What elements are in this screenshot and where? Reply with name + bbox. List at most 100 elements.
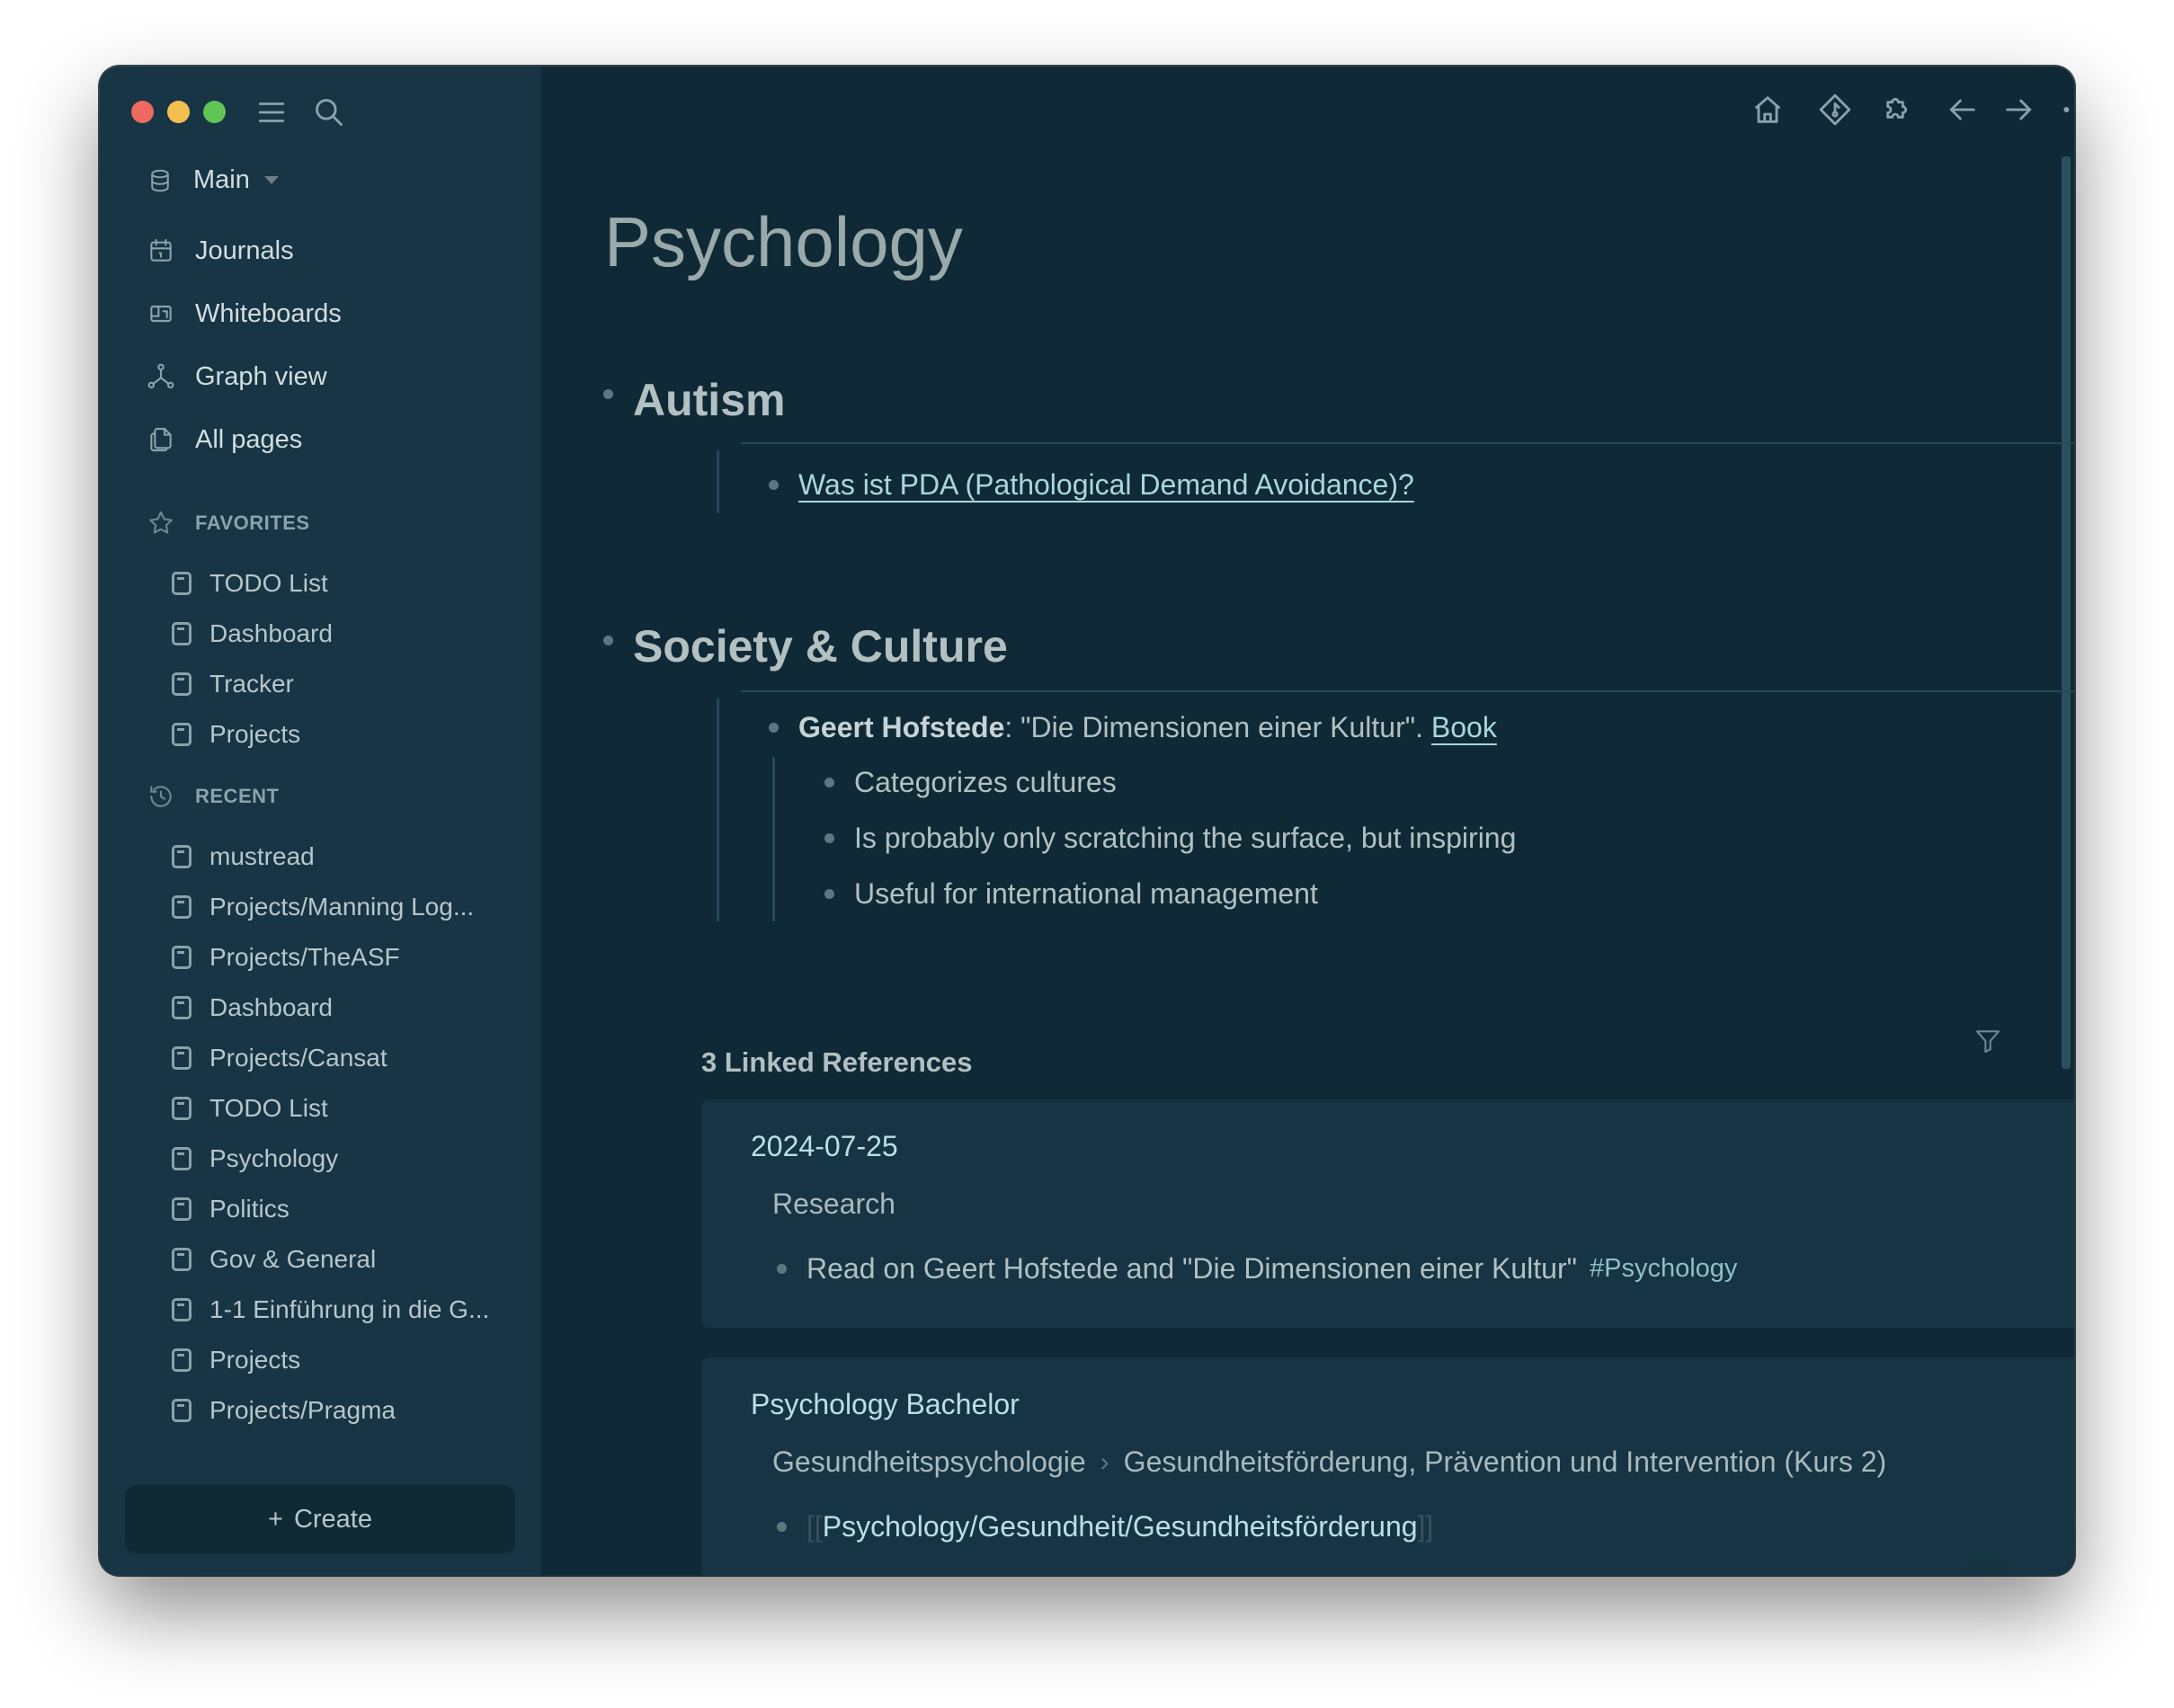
list-item[interactable]: Useful for international management bbox=[824, 868, 1318, 919]
star-icon bbox=[147, 509, 175, 538]
page-label: Projects bbox=[209, 1346, 301, 1374]
block-guide-line[interactable] bbox=[717, 450, 719, 513]
home-icon[interactable] bbox=[1750, 92, 1786, 128]
recent-list: mustread Projects/Manning Log... Projects/… bbox=[172, 832, 522, 1436]
breadcrumb: Gesundheitspsychologie › Gesundheitsförd… bbox=[772, 1446, 1886, 1479]
block-bullet[interactable] bbox=[824, 777, 834, 787]
sidebar-page-item[interactable]: Psychology bbox=[172, 1134, 522, 1184]
block-text: Is probably only scratching the surface,… bbox=[854, 821, 1517, 854]
filter-icon[interactable] bbox=[1974, 1026, 2002, 1056]
book-link[interactable]: Book bbox=[1431, 711, 1497, 744]
sidebar-page-item[interactable]: TODO List bbox=[172, 558, 522, 609]
sidebar-page-item[interactable]: Projects bbox=[172, 709, 522, 760]
heading-text: Autism bbox=[633, 375, 786, 425]
breadcrumb-item[interactable]: Gesundheitspsychologie bbox=[772, 1446, 1086, 1479]
page-label: Projects/Cansat bbox=[209, 1044, 388, 1072]
heading-block[interactable]: Society & Culture bbox=[603, 620, 1008, 672]
page-icon bbox=[172, 723, 192, 746]
sidebar-page-item[interactable]: Dashboard bbox=[172, 609, 522, 659]
more-icon[interactable] bbox=[2059, 92, 2074, 128]
git-icon[interactable] bbox=[1817, 92, 1853, 128]
list-item[interactable]: Geert Hofstede : "Die Dimensionen einer … bbox=[769, 702, 1497, 752]
menu-icon[interactable] bbox=[254, 95, 289, 129]
list-item[interactable]: Read on Geert Hofstede and "Die Dimensio… bbox=[777, 1243, 1737, 1294]
sidebar-page-item[interactable]: Projects/TheASF bbox=[172, 932, 522, 983]
page-icon bbox=[172, 622, 192, 645]
block-bullet[interactable] bbox=[603, 635, 613, 645]
sidebar-page-item[interactable]: Tracker bbox=[172, 659, 522, 709]
database-icon bbox=[147, 167, 174, 194]
window-controls bbox=[131, 101, 226, 123]
block-bullet[interactable] bbox=[824, 832, 834, 843]
bracket-open: [[ bbox=[806, 1509, 823, 1543]
calendar-icon bbox=[147, 236, 175, 265]
sidebar-item-label: Whiteboards bbox=[195, 298, 342, 328]
recent-header[interactable]: RECENT bbox=[147, 782, 279, 811]
page-reference-link[interactable]: Psychology/Gesundheit/Gesundheitsförderu… bbox=[823, 1510, 1418, 1543]
block-bullet[interactable] bbox=[824, 888, 834, 899]
breadcrumb-item[interactable]: Gesundheitsförderung, Prävention und Int… bbox=[1124, 1446, 1887, 1479]
block-bullet[interactable] bbox=[777, 1521, 787, 1532]
tag-link[interactable]: #Psychology bbox=[1590, 1254, 1737, 1284]
plus-icon: + bbox=[268, 1504, 283, 1534]
list-item[interactable]: [[ Psychology/Gesundheit/Gesundheitsförd… bbox=[777, 1501, 1433, 1552]
reference-page-title[interactable]: 2024-07-25 bbox=[751, 1130, 898, 1163]
favorites-list: TODO List Dashboard Tracker Projects bbox=[172, 558, 522, 760]
sidebar-page-item[interactable]: Projects bbox=[172, 1335, 522, 1385]
linked-references-title[interactable]: 3 Linked References bbox=[701, 1046, 973, 1079]
favorites-header[interactable]: FAVORITES bbox=[147, 509, 310, 538]
sidebar-item-whiteboards[interactable]: Whiteboards bbox=[147, 282, 522, 345]
sidebar-page-item[interactable]: mustread bbox=[172, 832, 522, 882]
sidebar-item-journals[interactable]: Journals bbox=[147, 219, 522, 282]
page-label: 1-1 Einführung in die G... bbox=[209, 1295, 490, 1323]
sidebar-page-item[interactable]: 1-1 Einführung in die G... bbox=[172, 1285, 522, 1335]
page-title[interactable]: Psychology bbox=[604, 201, 963, 283]
list-item[interactable]: Is probably only scratching the surface,… bbox=[824, 813, 1516, 863]
sidebar-page-item[interactable]: Dashboard bbox=[172, 983, 522, 1033]
create-button[interactable]: + Create bbox=[125, 1485, 515, 1553]
minimize-window-button[interactable] bbox=[167, 101, 190, 123]
sidebar-item-label: All pages bbox=[195, 424, 303, 454]
page-icon bbox=[172, 572, 192, 595]
block-guide-line[interactable] bbox=[717, 698, 719, 921]
sidebar-item-graph-view[interactable]: Graph view bbox=[147, 345, 522, 408]
sidebar-nav: Journals Whiteboards Graph view All page… bbox=[147, 219, 522, 471]
reference-page-title[interactable]: Psychology Bachelor bbox=[751, 1388, 1020, 1421]
block-guide-line[interactable] bbox=[772, 757, 775, 921]
graph-name: Main bbox=[193, 165, 250, 194]
list-item[interactable]: Categorizes cultures bbox=[824, 757, 1117, 807]
reference-card: 2024-07-25 Research Read on Geert Hofste… bbox=[701, 1099, 2074, 1328]
scrollbar[interactable] bbox=[2062, 156, 2071, 1069]
sidebar-page-item[interactable]: Projects/Manning Log... bbox=[172, 882, 522, 932]
zoom-window-button[interactable] bbox=[203, 101, 226, 123]
sidebar-page-item[interactable]: Projects/Pragma bbox=[172, 1385, 522, 1436]
close-window-button[interactable] bbox=[131, 101, 154, 123]
search-icon[interactable] bbox=[312, 95, 346, 129]
sidebar-page-item[interactable]: Politics bbox=[172, 1184, 522, 1234]
breadcrumb-item[interactable]: Research bbox=[772, 1188, 895, 1221]
block-bullet[interactable] bbox=[777, 1263, 787, 1274]
app-window: Main Journals Whiteboards Graph view All… bbox=[100, 67, 2074, 1575]
page-icon bbox=[172, 946, 192, 969]
graph-selector[interactable]: Main bbox=[147, 165, 279, 195]
page-icon bbox=[172, 895, 192, 919]
page-label: Dashboard bbox=[209, 993, 333, 1021]
plugins-icon[interactable] bbox=[1882, 92, 1918, 128]
forward-icon[interactable] bbox=[2001, 92, 2037, 128]
block-bullet[interactable] bbox=[603, 388, 613, 399]
sidebar-page-item[interactable]: Gov & General bbox=[172, 1234, 522, 1285]
page-link[interactable]: Was ist PDA (Pathological Demand Avoidan… bbox=[798, 468, 1414, 502]
block-bullet[interactable] bbox=[769, 722, 779, 733]
sidebar-page-item[interactable]: Projects/Cansat bbox=[172, 1033, 522, 1083]
sidebar-item-all-pages[interactable]: All pages bbox=[147, 408, 522, 471]
back-icon[interactable] bbox=[1944, 92, 1980, 128]
page-icon bbox=[172, 1097, 192, 1120]
heading-block[interactable]: Autism bbox=[603, 374, 785, 426]
list-item[interactable]: Was ist PDA (Pathological Demand Avoidan… bbox=[769, 459, 1414, 510]
heading-divider bbox=[741, 690, 2074, 692]
page-label: Projects/Pragma bbox=[209, 1396, 396, 1424]
block-bullet[interactable] bbox=[769, 479, 779, 490]
sidebar-page-item[interactable]: TODO List bbox=[172, 1083, 522, 1134]
page-label: Gov & General bbox=[209, 1245, 377, 1273]
graph-icon bbox=[147, 362, 175, 391]
